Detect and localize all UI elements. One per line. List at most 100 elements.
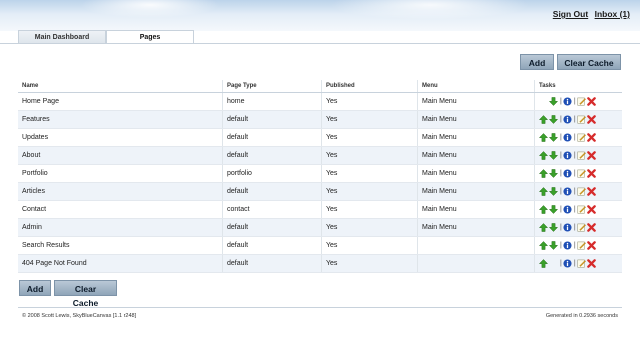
cell-name: Articles — [18, 182, 223, 201]
edit-icon[interactable] — [577, 241, 586, 250]
cell-menu: Main Menu — [417, 92, 535, 111]
cell-tasks: | | — [534, 92, 622, 111]
arrow-down-icon[interactable] — [548, 187, 559, 196]
edit-icon[interactable] — [577, 151, 586, 160]
col-header-page-type[interactable]: Page Type — [222, 80, 322, 93]
info-icon[interactable] — [563, 205, 572, 214]
cell-published: Yes — [321, 164, 418, 183]
col-header-published[interactable]: Published — [321, 80, 418, 93]
info-icon[interactable] — [563, 97, 572, 106]
table-row: 404 Page Not Found default Yes | | — [18, 254, 622, 273]
edit-icon[interactable] — [577, 223, 586, 232]
arrow-down-icon[interactable] — [548, 133, 559, 142]
edit-icon[interactable] — [577, 133, 586, 142]
inbox-link[interactable]: Inbox (1) — [595, 9, 630, 19]
task-separator: | — [560, 242, 562, 249]
cell-name: About — [18, 146, 223, 165]
delete-icon[interactable] — [586, 133, 596, 142]
arrow-up-icon[interactable] — [538, 115, 549, 124]
table-row: Home Page home Yes Main Menu | | — [18, 92, 622, 111]
arrow-down-icon[interactable] — [548, 169, 559, 178]
cell-name: Portfolio — [18, 164, 223, 183]
task-separator: | — [573, 260, 576, 267]
arrow-down-icon[interactable] — [548, 115, 559, 124]
edit-icon[interactable] — [577, 169, 586, 178]
delete-icon[interactable] — [586, 187, 596, 196]
delete-icon[interactable] — [586, 241, 596, 250]
edit-icon[interactable] — [577, 259, 586, 268]
arrow-up-icon[interactable] — [538, 205, 549, 214]
cell-published: Yes — [321, 200, 418, 219]
arrow-down-icon[interactable] — [548, 151, 559, 160]
task-separator: | — [573, 224, 576, 231]
cell-page-type: home — [222, 92, 322, 111]
info-icon[interactable] — [563, 133, 572, 142]
cell-name: Search Results — [18, 236, 223, 255]
arrow-up-icon[interactable] — [538, 187, 549, 196]
arrow-down-icon[interactable] — [548, 241, 559, 250]
cell-tasks: | | — [534, 146, 622, 165]
table-row: Features default Yes Main Menu | | — [18, 110, 622, 129]
cell-tasks: | | — [534, 236, 622, 255]
cell-page-type: default — [222, 128, 322, 147]
delete-icon[interactable] — [586, 169, 596, 178]
cell-tasks: | | — [534, 182, 622, 201]
tab-main-dashboard[interactable]: Main Dashboard — [18, 30, 106, 44]
task-separator: | — [560, 134, 562, 141]
sign-out-link[interactable]: Sign Out — [553, 9, 588, 19]
col-header-menu[interactable]: Menu — [417, 80, 535, 93]
add-button-top[interactable]: Add — [520, 54, 554, 70]
arrow-up-icon[interactable] — [538, 223, 549, 232]
arrow-up-icon[interactable] — [538, 133, 549, 142]
arrow-down-icon[interactable] — [548, 205, 559, 214]
arrow-up-icon[interactable] — [538, 151, 549, 160]
table-body: Home Page home Yes Main Menu | | Features defau… — [18, 92, 622, 273]
task-separator: | — [573, 152, 576, 159]
info-icon[interactable] — [563, 241, 572, 250]
info-icon[interactable] — [563, 151, 572, 160]
edit-icon[interactable] — [577, 115, 586, 124]
delete-icon[interactable] — [586, 115, 596, 124]
cell-tasks: | | — [534, 218, 622, 237]
info-icon[interactable] — [563, 169, 572, 178]
delete-icon[interactable] — [586, 259, 596, 268]
info-icon[interactable] — [563, 187, 572, 196]
cell-published: Yes — [321, 146, 418, 165]
arrow-up-icon[interactable] — [538, 241, 549, 250]
col-header-tasks: Tasks — [534, 80, 622, 93]
task-separator: | — [560, 170, 562, 177]
arrow-down-icon[interactable] — [548, 223, 559, 232]
arrow-down-icon[interactable] — [548, 97, 559, 106]
table-row: About default Yes Main Menu | | — [18, 146, 622, 165]
edit-icon[interactable] — [577, 205, 586, 214]
clear-cache-button-top[interactable]: Clear Cache — [557, 54, 621, 70]
task-separator: | — [560, 206, 562, 213]
info-icon[interactable] — [563, 223, 572, 232]
cell-page-type: contact — [222, 200, 322, 219]
footer-divider — [18, 307, 622, 308]
col-header-name[interactable]: Name — [18, 80, 223, 93]
arrow-up-icon[interactable] — [538, 169, 549, 178]
add-button-bottom[interactable]: Add — [19, 280, 51, 296]
cell-menu: Main Menu — [417, 146, 535, 165]
cell-page-type: default — [222, 146, 322, 165]
task-separator: | — [573, 206, 576, 213]
tab-divider — [0, 43, 640, 44]
delete-icon[interactable] — [586, 97, 596, 106]
cell-menu: Main Menu — [417, 218, 535, 237]
tab-pages[interactable]: Pages — [106, 30, 194, 44]
pages-table: Name Page Type Published Menu Tasks Home… — [18, 80, 622, 273]
delete-icon[interactable] — [586, 223, 596, 232]
edit-icon[interactable] — [577, 97, 586, 106]
delete-icon[interactable] — [586, 151, 596, 160]
cell-tasks: | | — [534, 128, 622, 147]
delete-icon[interactable] — [586, 205, 596, 214]
cell-page-type: portfolio — [222, 164, 322, 183]
cell-menu: Main Menu — [417, 164, 535, 183]
info-icon[interactable] — [563, 259, 572, 268]
clear-cache-button-bottom[interactable]: Clear Cache — [54, 280, 117, 308]
info-icon[interactable] — [563, 115, 572, 124]
table-row: Admin default Yes Main Menu | | — [18, 218, 622, 237]
arrow-up-icon[interactable] — [538, 259, 549, 268]
edit-icon[interactable] — [577, 187, 586, 196]
